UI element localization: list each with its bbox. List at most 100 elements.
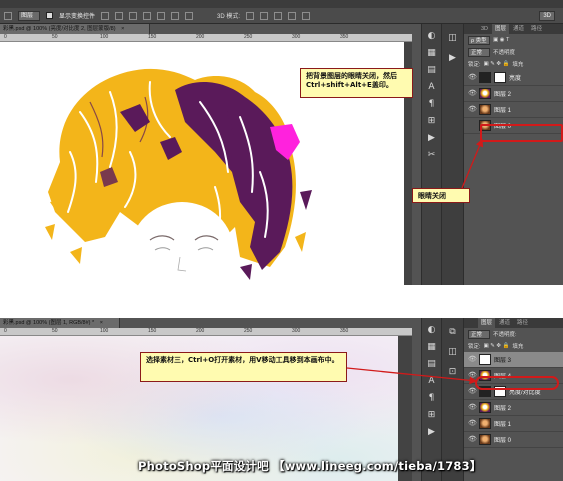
ruler-tick: 300 (292, 34, 301, 40)
eye-icon[interactable]: 👁 (468, 74, 477, 82)
ruler-tick: 350 (340, 34, 349, 40)
color-panel-icon[interactable]: ◐ (426, 30, 438, 42)
document-tab[interactable]: 彩黑.psd @ 100% (图层 1, RGB/8#) * × (0, 318, 120, 328)
close-tab-icon[interactable]: × (121, 26, 124, 32)
tab-layers[interactable]: 图层 (492, 24, 510, 34)
instruction-callout-bottom: 选择素材三，Ctrl+O打开素材，用V移动工具移到本画布中。 (140, 352, 347, 382)
tab-layers[interactable]: 图层 (478, 318, 496, 328)
tools-panel-icon[interactable]: ✂ (426, 149, 438, 161)
scale-3d-icon[interactable] (302, 11, 311, 20)
panel-icon-column: ◐ ▦ ▤ A ¶ ⊞ ▶ (421, 318, 441, 481)
align-bottom-icon[interactable] (129, 11, 138, 20)
character-panel-icon[interactable]: A (426, 375, 438, 387)
slide-3d-icon[interactable] (288, 11, 297, 20)
tab-paths[interactable]: 路径 (528, 24, 545, 34)
layer-row-selected[interactable]: 👁 图层 3 (464, 352, 563, 368)
workspace-switcher[interactable]: 3D (539, 11, 555, 21)
layer-filter-row: ρ 类型 ▣ ◉ T (464, 34, 563, 46)
layer-thumbnail (479, 434, 491, 445)
lock-row: 锁定: ▣ ✎ ✥ 🔒 填充 (464, 58, 563, 70)
show-transform-checkbox[interactable] (46, 12, 53, 19)
collapsed-panel-column: ⧉ ◫ ⊡ (441, 318, 463, 481)
document-tab[interactable]: 彩黑.psd @ 100% (亮度/对比度 2, 图层蒙版/8) × (0, 24, 150, 34)
layer-thumbnail (479, 354, 491, 365)
layers-panel: 图层 通道 路径 正常 不透明度: 锁定: ▣ ✎ ✥ 🔒 填充 👁 图层 3 … (463, 318, 563, 481)
bottom-photoshop-window: 彩黑.psd @ 100% (图层 1, RGB/8#) * × 0 50 10… (0, 318, 563, 481)
top-photoshop-window: 图层 显示变换控件 3D 模式: 3D 彩黑.psd @ 100% (亮度/对比… (0, 0, 563, 285)
navigator-icon[interactable]: ⊡ (447, 366, 459, 378)
collapsed-panel-column: ◫ ▶ (441, 24, 463, 285)
ruler-tick: 200 (196, 328, 205, 334)
actions-panel-icon[interactable]: ▶ (426, 426, 438, 438)
watermark-text: PhotoShop平面设计吧 【www.lineeg.com/tieba/178… (138, 459, 482, 473)
ruler-tick: 200 (196, 34, 205, 40)
history-panel-icon[interactable]: ⊞ (426, 115, 438, 127)
mode-3d-label: 3D 模式: (217, 14, 241, 20)
ruler-tick: 350 (340, 328, 349, 334)
ruler-tick: 250 (244, 328, 253, 334)
roll-3d-icon[interactable] (260, 11, 269, 20)
opacity-label: 不透明度 (493, 50, 516, 56)
layer-filter-dropdown[interactable]: ρ 类型 (468, 35, 490, 45)
adjustments-panel-icon[interactable]: ▤ (426, 64, 438, 76)
layer-row[interactable]: 👁 图层 0 (464, 432, 563, 448)
layer-row[interactable]: 👁 图层 2 (464, 86, 563, 102)
rotate-3d-icon[interactable] (246, 11, 255, 20)
auto-select-dropdown[interactable]: 图层 (18, 10, 40, 21)
align-top-icon[interactable] (101, 11, 110, 20)
lock-label: 锁定: (468, 62, 481, 68)
filter-icons[interactable]: ▣ ◉ T (493, 37, 509, 43)
fill-label: 填充 (512, 62, 524, 68)
eye-hidden-slot[interactable] (468, 122, 476, 130)
paragraph-panel-icon[interactable]: ¶ (426, 392, 438, 404)
close-tab-icon[interactable]: × (100, 320, 103, 326)
layer-name: 图层 2 (494, 92, 512, 98)
layer-name: 图层 0 (494, 438, 512, 444)
drag-3d-icon[interactable] (274, 11, 283, 20)
paragraph-panel-icon[interactable]: ¶ (426, 98, 438, 110)
3d-panel-icon[interactable]: ◫ (447, 346, 459, 358)
eye-icon[interactable]: 👁 (468, 356, 477, 364)
eye-icon[interactable]: 👁 (468, 436, 477, 444)
eye-icon[interactable]: 👁 (468, 404, 477, 412)
ruler-tick: 250 (244, 34, 253, 40)
opacity-label: 不透明度: (493, 332, 517, 338)
tab-3d[interactable]: 3D (478, 24, 491, 34)
layer-row[interactable]: 👁 图层 2 (464, 400, 563, 416)
eye-icon[interactable]: 👁 (468, 420, 477, 428)
lock-icons[interactable]: ▣ ✎ ✥ 🔒 (484, 343, 510, 349)
swatches-panel-icon[interactable]: ▦ (426, 341, 438, 353)
align-center-icon[interactable] (157, 11, 166, 20)
blend-mode-dropdown[interactable]: 正常 (468, 47, 490, 57)
layer-comps-icon[interactable]: ⧉ (447, 326, 459, 338)
layer-row[interactable]: 👁 亮度 (464, 70, 563, 86)
actions-panel-icon[interactable]: ▶ (426, 132, 438, 144)
tab-paths[interactable]: 路径 (514, 318, 531, 328)
blend-mode-dropdown[interactable]: 正常 (468, 329, 490, 339)
play-icon[interactable]: ▶ (447, 52, 459, 64)
3d-panel-icon[interactable]: ◫ (447, 32, 459, 44)
tab-channels[interactable]: 通道 (496, 318, 513, 328)
layer-row[interactable]: 👁 图层 1 (464, 416, 563, 432)
lock-row: 锁定: ▣ ✎ ✥ 🔒 填充 (464, 340, 563, 352)
align-right-icon[interactable] (171, 11, 180, 20)
align-middle-icon[interactable] (115, 11, 124, 20)
distribute-icon[interactable] (185, 11, 194, 20)
move-tool-icon[interactable] (4, 11, 12, 20)
eye-icon[interactable]: 👁 (468, 388, 477, 396)
color-panel-icon[interactable]: ◐ (426, 324, 438, 336)
eye-icon[interactable]: 👁 (468, 372, 477, 380)
align-left-icon[interactable] (143, 11, 152, 20)
swatches-panel-icon[interactable]: ▦ (426, 47, 438, 59)
eye-icon[interactable]: 👁 (468, 106, 477, 114)
lock-icons[interactable]: ▣ ✎ ✥ 🔒 (484, 61, 510, 67)
character-panel-icon[interactable]: A (426, 81, 438, 93)
history-panel-icon[interactable]: ⊞ (426, 409, 438, 421)
tab-channels[interactable]: 通道 (510, 24, 527, 34)
layer-thumbnail (479, 402, 491, 413)
layer-row[interactable]: 👁 图层 1 (464, 102, 563, 118)
adjustments-panel-icon[interactable]: ▤ (426, 358, 438, 370)
layer-name: 图层 1 (494, 108, 512, 114)
eye-icon[interactable]: 👁 (468, 90, 477, 98)
ruler-tick: 100 (100, 34, 109, 40)
